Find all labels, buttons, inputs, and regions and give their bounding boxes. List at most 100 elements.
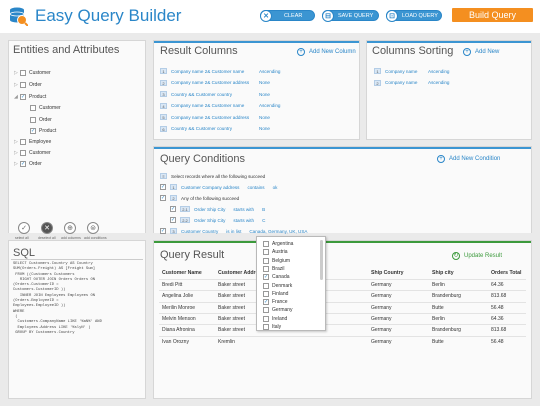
sorting-row[interactable]: 2 Company name Ascending	[374, 79, 449, 86]
condition-operator[interactable]: starts with	[233, 218, 254, 223]
checkbox[interactable]	[263, 290, 269, 297]
add-columns-icon[interactable]: ⊕	[64, 222, 76, 234]
tree-item[interactable]: ▷ ✓ Order	[14, 161, 42, 167]
country-list-dropdown[interactable]: Argentina Austria Belgium Brazil ✓ Canada Denm…	[256, 236, 326, 331]
add-conditions-icon[interactable]: ⊜	[87, 222, 99, 234]
condition-field[interactable]: Order Ship City	[194, 207, 225, 212]
checkbox[interactable]	[263, 249, 269, 256]
sort-field[interactable]: Company name	[385, 69, 428, 74]
result-column-row[interactable]: 5 Company name 2& Customer address None	[160, 114, 270, 120]
save-query-button[interactable]: ⊟ SAVE QUERY	[322, 9, 379, 22]
condition-row[interactable]: ✓ 1 Customer Company address contains ok	[160, 184, 277, 190]
checkbox[interactable]	[263, 265, 269, 272]
country-option[interactable]: Denmark	[263, 282, 292, 289]
result-column-row[interactable]: 6 Country && Customer country None	[160, 125, 270, 132]
tree-item[interactable]: ▷ Customer	[14, 70, 51, 76]
checkbox[interactable]	[20, 82, 26, 88]
column-field[interactable]: Company name 2& Customer name	[171, 103, 259, 108]
country-option[interactable]: Germany	[263, 307, 293, 314]
table-header[interactable]: Orders Total	[491, 270, 521, 276]
add-new-condition-link[interactable]: + Add New Condition	[437, 155, 500, 163]
checkbox[interactable]	[20, 70, 26, 76]
sort-order[interactable]: None	[259, 92, 270, 97]
sort-order[interactable]: Ascending	[428, 69, 449, 74]
checkbox[interactable]	[263, 307, 269, 314]
condition-row[interactable]: ✓ 2.2 Order Ship City starts with C	[170, 217, 265, 223]
sort-order[interactable]: None	[259, 80, 270, 85]
checkbox[interactable]: ✓	[20, 161, 26, 167]
scrollbar[interactable]	[320, 240, 323, 280]
country-option[interactable]: Finland	[263, 290, 288, 297]
result-column-row[interactable]: 1 Company name 2& Customer name Ascending	[160, 68, 280, 74]
sort-field[interactable]: Company name	[385, 80, 428, 85]
table-header[interactable]: Customer Name	[162, 270, 202, 276]
column-field[interactable]: Company name 2& Customer address	[171, 115, 259, 120]
condition-field[interactable]: Customer Country	[181, 229, 218, 234]
checkbox[interactable]	[20, 139, 26, 145]
sorting-row[interactable]: 1 Company name Ascending	[374, 68, 449, 74]
checkbox[interactable]: ✓	[30, 128, 36, 134]
update-result-link[interactable]: ↻ Update Result	[452, 252, 502, 260]
result-column-row[interactable]: 3 Country && Customer country None	[160, 91, 270, 97]
checkbox[interactable]: ✓	[170, 217, 176, 223]
condition-operator[interactable]: is in list	[226, 229, 241, 234]
country-option[interactable]: ✓ France	[263, 299, 288, 306]
checkbox[interactable]: ✓	[160, 184, 166, 190]
checkbox[interactable]: ✓	[170, 206, 176, 212]
table-header[interactable]: Ship city	[432, 270, 454, 276]
condition-operator[interactable]: starts with	[233, 207, 254, 212]
sort-order[interactable]: Ascending	[259, 69, 280, 74]
country-option[interactable]: ✓ Canada	[263, 274, 290, 281]
conditions-menu-icon[interactable]: ≡	[160, 173, 167, 179]
sort-order[interactable]: Ascending	[428, 80, 449, 85]
checkbox[interactable]	[263, 315, 269, 322]
tree-item[interactable]: ▷ Employee	[14, 139, 51, 145]
checkbox[interactable]: ✓	[263, 274, 269, 281]
checkbox[interactable]	[263, 257, 269, 264]
condition-operator[interactable]: contains	[247, 185, 264, 190]
checkbox[interactable]: ✓	[20, 94, 26, 100]
column-field[interactable]: Country && Customer country	[171, 92, 259, 97]
country-option[interactable]: Italy	[263, 324, 281, 330]
condition-field[interactable]: Customer Company address	[181, 185, 239, 190]
load-query-button[interactable]: ⊡ LOAD QUERY	[386, 9, 442, 22]
table-header[interactable]: Ship Country	[371, 270, 404, 276]
checkbox[interactable]	[20, 150, 26, 156]
sort-order[interactable]: Ascending	[259, 103, 280, 108]
condition-value[interactable]: Canada, Germany, UK, USA	[249, 229, 307, 234]
condition-row[interactable]: ✓ 2 Any of the following succeed	[160, 195, 239, 201]
group-text[interactable]: Any of the following succeed	[181, 196, 239, 201]
add-new-sorting-link[interactable]: + Add New	[463, 48, 499, 56]
checkbox[interactable]	[263, 324, 269, 330]
tree-item[interactable]: ▷ Customer	[14, 150, 51, 156]
country-option[interactable]: Belgium	[263, 257, 290, 264]
column-field[interactable]: Company name 2& Customer address	[171, 80, 259, 85]
tree-item[interactable]: ▷ Order	[14, 82, 42, 88]
tree-item[interactable]: ◢ ✓ Product	[14, 94, 46, 100]
build-query-button[interactable]: Build Query	[452, 8, 533, 22]
tree-item[interactable]: Order	[24, 117, 52, 123]
condition-value[interactable]: B	[262, 207, 265, 212]
add-new-column-link[interactable]: + Add New Column	[297, 48, 356, 56]
checkbox[interactable]	[30, 105, 36, 111]
clear-button[interactable]: ✕ CLEAR	[260, 9, 315, 22]
checkbox[interactable]	[263, 241, 269, 247]
deselect-all-icon[interactable]: ✕	[41, 222, 53, 234]
result-column-row[interactable]: 4 Company name 2& Customer name Ascending	[160, 102, 280, 109]
condition-field[interactable]: Order Ship City	[194, 218, 225, 223]
column-field[interactable]: Company name 2& Customer name	[171, 69, 259, 74]
checkbox[interactable]: ✓	[160, 228, 166, 234]
country-option[interactable]: Austria	[263, 249, 288, 256]
tree-item[interactable]: Customer	[24, 105, 61, 111]
condition-row[interactable]: ✓ 2.1 Order Ship City starts with B	[170, 206, 265, 212]
checkbox[interactable]	[263, 282, 269, 289]
country-option[interactable]: Argentina	[263, 241, 293, 247]
condition-value[interactable]: ok	[273, 185, 278, 190]
sort-order[interactable]: None	[259, 115, 270, 120]
condition-value[interactable]: C	[262, 218, 265, 223]
checkbox[interactable]: ✓	[160, 195, 166, 201]
country-option[interactable]: Ireland	[263, 315, 287, 322]
tree-item[interactable]: ✓ Product	[24, 128, 56, 134]
result-column-row[interactable]: 2 Company name 2& Customer address None	[160, 79, 270, 86]
checkbox[interactable]	[30, 117, 36, 123]
